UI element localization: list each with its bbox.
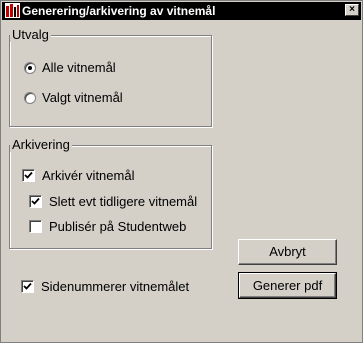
arkiver-label: Arkivér vitnemål [42, 168, 135, 183]
slett-checkbox[interactable] [29, 195, 42, 208]
close-button[interactable]: × [345, 4, 359, 16]
radio-button-checked[interactable] [24, 61, 36, 74]
checkbox-sidenummerer[interactable]: Sidenummerer vitnemålet [21, 279, 189, 294]
radio-alle-label: Alle vitnemål [42, 60, 116, 75]
title-bar[interactable]: Generering/arkivering av vitnemål × [2, 2, 361, 20]
app-icon [5, 3, 20, 18]
radio-valgt-vitnemal[interactable]: Valgt vitnemål [24, 90, 123, 105]
arkivering-group-label: Arkivering [10, 137, 72, 152]
utvalg-group: Utvalg [9, 27, 212, 127]
checkmark-icon [23, 282, 32, 290]
window-title: Generering/arkivering av vitnemål [22, 4, 216, 18]
arkiver-checkbox[interactable] [22, 169, 35, 182]
generate-pdf-button[interactable]: Generer pdf [238, 272, 337, 299]
checkbox-arkiver[interactable]: Arkivér vitnemål [22, 168, 134, 183]
publiser-label: Publisér på Studentweb [49, 219, 187, 234]
slett-label: Slett evt tidligere vitnemål [49, 194, 198, 209]
publiser-checkbox[interactable] [29, 220, 42, 233]
cancel-button[interactable]: Avbryt [238, 239, 337, 265]
sidenummerer-checkbox[interactable] [21, 280, 34, 293]
checkbox-publiser[interactable]: Publisér på Studentweb [29, 219, 186, 234]
radio-alle-vitnemal[interactable]: Alle vitnemål [24, 60, 116, 75]
checkmark-icon [31, 197, 40, 205]
checkmark-icon [24, 171, 33, 179]
utvalg-group-label: Utvalg [10, 27, 51, 42]
close-icon: × [349, 4, 355, 15]
checkbox-slett[interactable]: Slett evt tidligere vitnemål [29, 194, 197, 209]
radio-valgt-label: Valgt vitnemål [42, 90, 123, 105]
dialog-window: Generering/arkivering av vitnemål × Utva… [0, 0, 363, 343]
sidenummerer-label: Sidenummerer vitnemålet [41, 279, 190, 294]
radio-button-unchecked[interactable] [24, 91, 36, 104]
